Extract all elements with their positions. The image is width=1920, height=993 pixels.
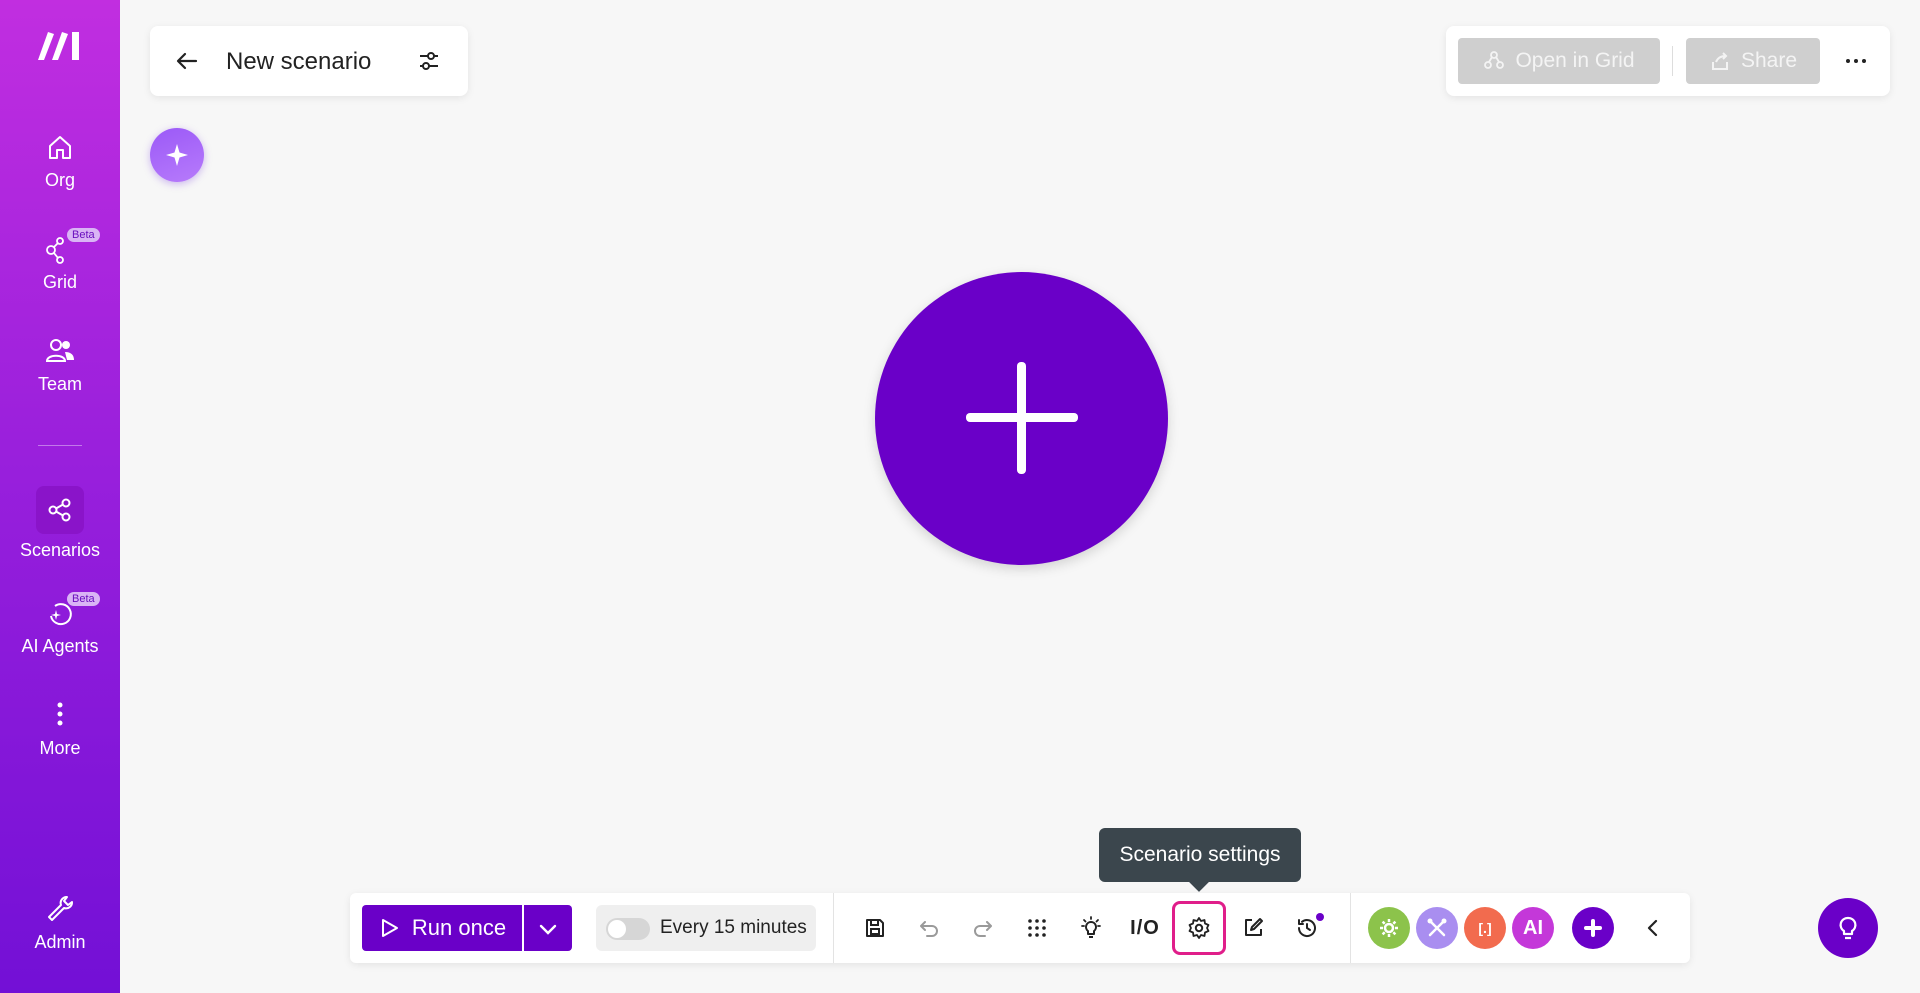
run-once-button[interactable]: Run once	[362, 905, 522, 951]
text-parser-icon: [.]	[1478, 920, 1492, 936]
sidebar-item-admin[interactable]: Admin	[0, 892, 120, 976]
sidebar-item-label: Team	[37, 374, 82, 394]
beta-badge: Beta	[67, 228, 100, 242]
bottom-toolbar: Run once Every 15 minutes I/O [.] AI	[350, 893, 1690, 963]
dots-grid-icon	[1028, 919, 1046, 937]
sidebar-divider	[38, 445, 82, 446]
open-in-grid-label: Open in Grid	[1515, 49, 1635, 72]
sidebar-item-ai-agents[interactable]: Beta AI Agents	[0, 592, 120, 680]
divider	[1350, 893, 1351, 963]
sidebar-item-more[interactable]: More	[0, 698, 120, 782]
undo-button[interactable]	[908, 907, 950, 949]
collapse-toolbar-button[interactable]	[1632, 907, 1674, 949]
more-vertical-icon	[43, 698, 77, 732]
scenario-settings-button[interactable]	[1172, 901, 1226, 955]
beta-badge: Beta	[67, 592, 100, 606]
sidebar-item-label: Grid	[42, 272, 77, 292]
share-label: Share	[1740, 49, 1798, 72]
sidebar-item-scenarios[interactable]: Scenarios	[0, 486, 120, 570]
scenario-title[interactable]: New scenario	[226, 48, 371, 76]
grid-network-icon	[1484, 51, 1505, 69]
run-once-label: Run once	[411, 915, 507, 940]
sliders-icon[interactable]	[416, 48, 442, 74]
schedule-toggle[interactable]	[606, 918, 650, 940]
io-button[interactable]: I/O	[1124, 907, 1166, 949]
flow-control-app[interactable]	[1368, 907, 1410, 949]
play-icon	[381, 919, 398, 937]
run-options-dropdown[interactable]	[524, 905, 572, 951]
add-first-module-button[interactable]	[875, 272, 1168, 565]
history-icon	[1297, 919, 1316, 937]
share-icon	[1711, 52, 1728, 70]
ai-assistant-button[interactable]	[150, 128, 204, 182]
grid-network-icon: Beta	[43, 228, 100, 266]
chevron-left-icon	[1647, 919, 1658, 937]
redo-button[interactable]	[962, 907, 1004, 949]
ai-agent-icon: Beta	[43, 592, 100, 630]
edit-note-icon	[1245, 918, 1263, 936]
make-logo[interactable]	[36, 28, 84, 62]
history-button[interactable]	[1286, 907, 1328, 949]
redo-icon	[974, 921, 992, 937]
gear-icon	[1380, 919, 1398, 937]
scenario-actions: Open in Grid Share	[1446, 26, 1890, 96]
team-icon	[43, 334, 77, 368]
io-icon: I/O	[1130, 916, 1160, 939]
sidebar-item-label: Scenarios	[19, 540, 101, 560]
sidebar-item-label: AI Agents	[21, 636, 99, 656]
more-horizontal-icon[interactable]	[1842, 50, 1870, 72]
divider	[833, 893, 834, 963]
sidebar-item-label: Org	[44, 170, 75, 190]
divider	[1672, 46, 1673, 76]
ai-icon: AI	[1523, 916, 1543, 939]
explain-flow-button[interactable]	[1070, 907, 1112, 949]
tools-app[interactable]	[1416, 907, 1458, 949]
open-in-grid-button[interactable]: Open in Grid	[1458, 38, 1660, 84]
lightbulb-icon	[1081, 916, 1101, 938]
chevron-down-icon	[539, 924, 557, 935]
gear-icon	[1188, 917, 1210, 939]
sidebar: Org Beta Grid Team Scenarios Beta AI Age…	[0, 0, 120, 993]
tools-icon	[1427, 918, 1447, 937]
hints-button[interactable]	[1818, 898, 1878, 958]
schedule-label[interactable]: Every 15 minutes	[660, 917, 807, 939]
sidebar-item-team[interactable]: Team	[0, 334, 120, 418]
notes-button[interactable]	[1232, 907, 1274, 949]
auto-align-button[interactable]	[1016, 907, 1058, 949]
add-app-button[interactable]	[1572, 907, 1614, 949]
sidebar-item-org[interactable]: Org	[0, 130, 120, 214]
wrench-icon	[43, 892, 77, 926]
undo-icon	[920, 921, 938, 937]
sidebar-item-grid[interactable]: Beta Grid	[0, 228, 120, 316]
text-parser-app[interactable]: [.]	[1464, 907, 1506, 949]
sidebar-item-label: Admin	[34, 932, 86, 952]
ai-app[interactable]: AI	[1512, 907, 1554, 949]
share-button[interactable]: Share	[1686, 38, 1820, 84]
schedule-setting[interactable]: Every 15 minutes	[596, 905, 816, 951]
tooltip: Scenario settings	[1099, 828, 1301, 882]
back-arrow-icon[interactable]	[174, 48, 200, 74]
sidebar-item-label: More	[39, 738, 81, 758]
home-icon	[43, 130, 77, 164]
lightbulb-icon	[1839, 916, 1857, 940]
save-button[interactable]	[854, 907, 896, 949]
save-icon	[866, 919, 884, 937]
scenario-header: New scenario	[150, 26, 468, 96]
sparkle-icon	[166, 144, 188, 166]
share-nodes-icon	[36, 486, 84, 534]
notification-dot	[1316, 913, 1324, 921]
